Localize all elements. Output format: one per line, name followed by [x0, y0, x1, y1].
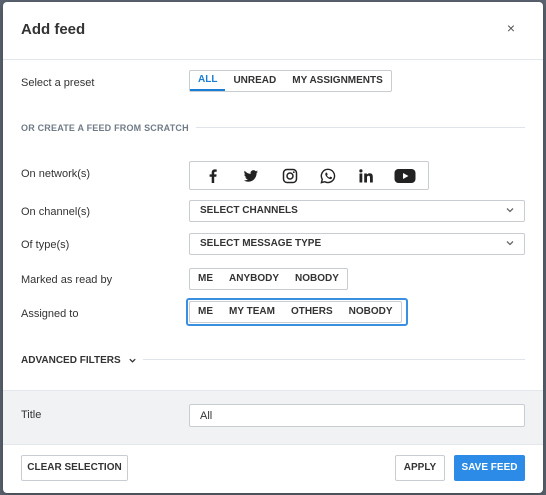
facebook-icon[interactable] — [202, 165, 224, 187]
dialog-header: Add feed × — [3, 2, 543, 60]
preset-all[interactable]: ALL — [190, 71, 226, 91]
instagram-icon[interactable] — [279, 165, 301, 187]
preset-unread[interactable]: UNREAD — [225, 71, 284, 91]
preset-my-assignments[interactable]: MY ASSIGNMENTS — [284, 71, 391, 91]
advanced-filters-toggle[interactable]: ADVANCED FILTERS — [21, 355, 137, 366]
chevron-down-icon — [506, 241, 514, 246]
assigned-label: Assigned to — [21, 308, 79, 320]
network-selector — [189, 161, 429, 190]
read-by-anybody[interactable]: ANYBODY — [221, 269, 287, 289]
clear-selection-button[interactable]: CLEAR SELECTION — [21, 455, 128, 481]
channel-select-value: SELECT CHANNELS — [200, 205, 298, 216]
preset-label: Select a preset — [21, 77, 95, 89]
read-by-nobody[interactable]: NOBODY — [287, 269, 347, 289]
dialog-title: Add feed — [21, 21, 86, 38]
linkedin-icon[interactable] — [355, 165, 377, 187]
close-icon[interactable]: × — [501, 18, 521, 38]
read-by-selector: ME ANYBODY NOBODY — [189, 268, 348, 290]
assigned-nobody[interactable]: NOBODY — [341, 302, 401, 322]
preset-selector: ALL UNREAD MY ASSIGNMENTS — [189, 70, 392, 92]
assigned-focus-outline: ME MY TEAM OTHERS NOBODY — [186, 298, 408, 326]
message-type-select-value: SELECT MESSAGE TYPE — [200, 238, 322, 249]
assigned-selector: ME MY TEAM OTHERS NOBODY — [189, 301, 402, 323]
advanced-divider — [143, 359, 525, 360]
read-by-me[interactable]: ME — [190, 269, 221, 289]
youtube-icon[interactable] — [394, 165, 416, 187]
channel-select[interactable]: SELECT CHANNELS — [189, 200, 525, 222]
assigned-my-team[interactable]: MY TEAM — [221, 302, 283, 322]
read-by-label: Marked as read by — [21, 274, 113, 286]
twitter-icon[interactable] — [240, 165, 262, 187]
title-input[interactable] — [189, 404, 525, 427]
type-label: Of type(s) — [21, 239, 70, 251]
title-label: Title — [21, 409, 42, 421]
advanced-filters-label: ADVANCED FILTERS — [21, 355, 121, 366]
channel-label: On channel(s) — [21, 206, 91, 218]
whatsapp-icon[interactable] — [317, 165, 339, 187]
save-feed-button[interactable]: SAVE FEED — [454, 455, 525, 481]
add-feed-dialog: Add feed × Select a preset ALL UNREAD MY… — [3, 2, 543, 493]
assigned-others[interactable]: OTHERS — [283, 302, 341, 322]
scratch-section-title: OR CREATE A FEED FROM SCRATCH — [21, 123, 189, 133]
chevron-down-icon — [506, 208, 514, 213]
network-label: On network(s) — [21, 168, 91, 180]
chevron-down-icon — [128, 358, 136, 363]
assigned-me[interactable]: ME — [190, 302, 221, 322]
section-divider — [196, 127, 525, 128]
message-type-select[interactable]: SELECT MESSAGE TYPE — [189, 233, 525, 255]
apply-button[interactable]: APPLY — [395, 455, 445, 481]
